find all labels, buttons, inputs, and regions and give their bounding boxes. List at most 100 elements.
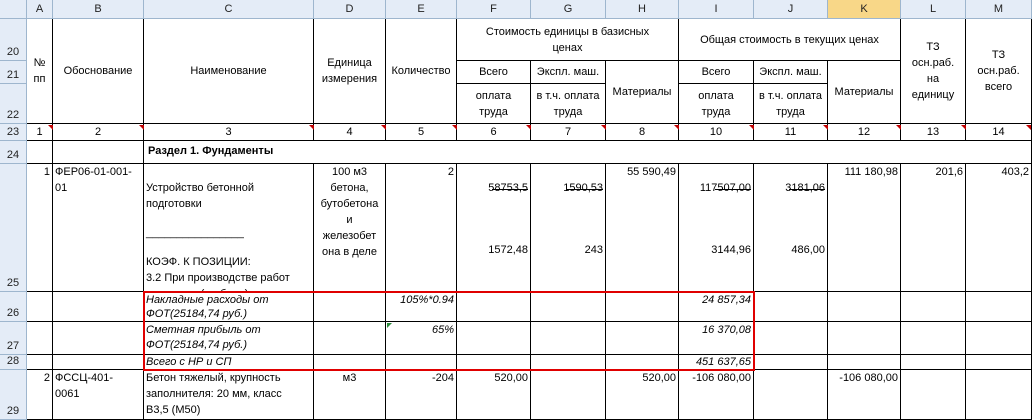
item1-num[interactable]: 1 xyxy=(27,164,53,292)
col-header-i[interactable]: I xyxy=(679,0,754,19)
col-header-h[interactable]: H xyxy=(606,0,679,19)
cell-h28[interactable] xyxy=(606,355,679,370)
item1-i[interactable]: 117507,00 3144,96 xyxy=(679,164,754,292)
item1-l[interactable]: 201,6 xyxy=(901,164,966,292)
item1-f[interactable]: 58753,5 1572,48 xyxy=(457,164,531,292)
cell-m27[interactable] xyxy=(966,322,1032,355)
item2-i[interactable]: -106 080,00 xyxy=(679,370,754,420)
item1-unit[interactable]: 100 м3 бетона, бутобетона и железобет он… xyxy=(314,164,386,292)
cell-d27[interactable] xyxy=(314,322,386,355)
colnum-j[interactable]: 11 xyxy=(754,124,828,141)
colnum-c[interactable]: 3 xyxy=(144,124,314,141)
cell-a26[interactable] xyxy=(27,292,53,322)
colnum-h[interactable]: 8 xyxy=(606,124,679,141)
col-header-g[interactable]: G xyxy=(531,0,606,19)
cell-b24[interactable] xyxy=(53,141,144,164)
item1-h[interactable]: 55 590,49 xyxy=(606,164,679,292)
cell-g29[interactable] xyxy=(531,370,606,420)
row-header-21[interactable]: 21 xyxy=(0,61,27,84)
col-header-j[interactable]: J xyxy=(754,0,828,19)
cell-j28[interactable] xyxy=(754,355,828,370)
item1-g[interactable]: 1590,53 243 xyxy=(531,164,606,292)
row-header-29[interactable]: 29 xyxy=(0,370,27,420)
profit-name[interactable]: Сметная прибыль от ФОТ(25184,74 руб.) xyxy=(144,322,314,355)
header-num[interactable]: № пп xyxy=(27,19,53,124)
cell-f26[interactable] xyxy=(457,292,531,322)
cell-b26[interactable] xyxy=(53,292,144,322)
cell-e28[interactable] xyxy=(386,355,457,370)
cell-b27[interactable] xyxy=(53,322,144,355)
header-pay-i[interactable]: оплата труда xyxy=(679,84,754,124)
header-name[interactable]: Наименование xyxy=(144,19,314,124)
item1-k[interactable]: 111 180,98 xyxy=(828,164,901,292)
cell-g28[interactable] xyxy=(531,355,606,370)
row-header-26[interactable]: 26 xyxy=(0,292,27,322)
header-incl-j[interactable]: в т.ч. оплата труда xyxy=(754,84,828,124)
header-incl-g[interactable]: в т.ч. оплата труда xyxy=(531,84,606,124)
row-header-27[interactable]: 27 xyxy=(0,322,27,355)
header-pay-f[interactable]: оплата труда xyxy=(457,84,531,124)
header-materials-k[interactable]: Материалы xyxy=(828,61,901,124)
row-header-24[interactable]: 24 xyxy=(0,141,27,164)
cell-f28[interactable] xyxy=(457,355,531,370)
cell-l28[interactable] xyxy=(901,355,966,370)
header-expl-g[interactable]: Экспл. маш. xyxy=(531,61,606,84)
colnum-g[interactable]: 7 xyxy=(531,124,606,141)
col-header-a[interactable]: A xyxy=(27,0,53,19)
cell-l29[interactable] xyxy=(901,370,966,420)
col-header-m[interactable]: M xyxy=(966,0,1032,19)
section-title[interactable]: Раздел 1. Фундаменты xyxy=(144,141,1032,164)
header-total-f[interactable]: Всего xyxy=(457,61,531,84)
item2-h[interactable]: 520,00 xyxy=(606,370,679,420)
colnum-d[interactable]: 4 xyxy=(314,124,386,141)
cell-a28[interactable] xyxy=(27,355,53,370)
item1-m[interactable]: 403,2 xyxy=(966,164,1032,292)
col-header-l[interactable]: L xyxy=(901,0,966,19)
col-header-e[interactable]: E xyxy=(386,0,457,19)
cell-d28[interactable] xyxy=(314,355,386,370)
overhead-total[interactable]: 24 857,34 xyxy=(679,292,754,322)
col-header-f[interactable]: F xyxy=(457,0,531,19)
item2-basis[interactable]: ФССЦ-401- 0061 xyxy=(53,370,144,420)
item1-name-cell[interactable]: Устройство бетонной подготовки _________… xyxy=(144,164,314,292)
item1-basis[interactable]: ФЕР06-01-001- 01 xyxy=(53,164,144,292)
colnum-i[interactable]: 10 xyxy=(679,124,754,141)
overhead-qty[interactable]: 105%*0.94 xyxy=(386,292,457,322)
colnum-m[interactable]: 14 xyxy=(966,124,1032,141)
select-all-corner[interactable] xyxy=(0,0,27,19)
header-current-cost[interactable]: Общая стоимость в текущих ценах xyxy=(679,19,901,61)
row-header-20[interactable]: 20 xyxy=(0,19,27,61)
cell-k26[interactable] xyxy=(828,292,901,322)
cell-a27[interactable] xyxy=(27,322,53,355)
cell-m29[interactable] xyxy=(966,370,1032,420)
profit-total[interactable]: 16 370,08 xyxy=(679,322,754,355)
cell-g26[interactable] xyxy=(531,292,606,322)
subtotal-total[interactable]: 451 637,65 xyxy=(679,355,754,370)
row-header-25[interactable]: 25 xyxy=(0,164,27,292)
header-expl-j[interactable]: Экспл. маш. xyxy=(754,61,828,84)
row-header-23[interactable]: 23 xyxy=(0,124,27,141)
item2-name[interactable]: Бетон тяжелый, крупность заполнителя: 20… xyxy=(144,370,314,420)
col-header-c[interactable]: C xyxy=(144,0,314,19)
cell-j27[interactable] xyxy=(754,322,828,355)
cell-g27[interactable] xyxy=(531,322,606,355)
profit-qty[interactable]: 65% xyxy=(386,322,457,355)
cell-a24[interactable] xyxy=(27,141,53,164)
item2-f[interactable]: 520,00 xyxy=(457,370,531,420)
colnum-k[interactable]: 12 xyxy=(828,124,901,141)
item1-j[interactable]: 3181,06 486,00 xyxy=(754,164,828,292)
cell-k27[interactable] xyxy=(828,322,901,355)
overhead-name[interactable]: Накладные расходы от ФОТ(25184,74 руб.) xyxy=(144,292,314,322)
cell-d26[interactable] xyxy=(314,292,386,322)
cell-l27[interactable] xyxy=(901,322,966,355)
cell-f27[interactable] xyxy=(457,322,531,355)
cell-h27[interactable] xyxy=(606,322,679,355)
header-base-cost[interactable]: Стоимость единицы в базисных ценах xyxy=(457,19,679,61)
colnum-e[interactable]: 5 xyxy=(386,124,457,141)
header-total-i[interactable]: Всего xyxy=(679,61,754,84)
colnum-l[interactable]: 13 xyxy=(901,124,966,141)
col-header-b[interactable]: B xyxy=(53,0,144,19)
row-header-28[interactable]: 28 xyxy=(0,355,27,370)
cell-j29[interactable] xyxy=(754,370,828,420)
subtotal-name[interactable]: Всего с НР и СП xyxy=(144,355,314,370)
